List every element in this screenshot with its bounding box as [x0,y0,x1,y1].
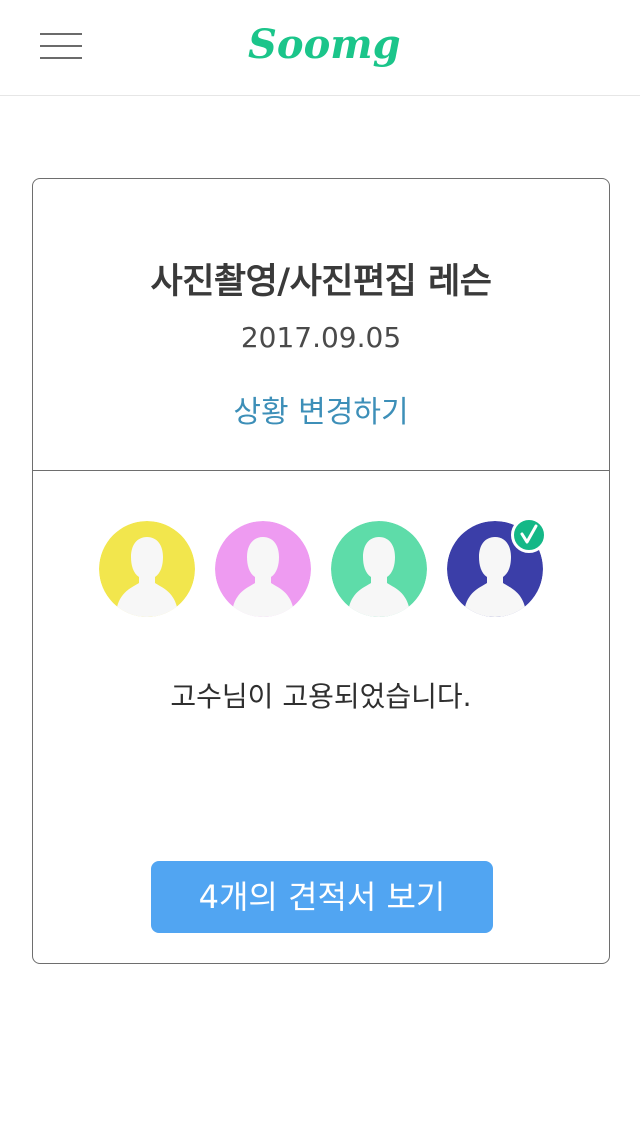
app-header: Soomgo [0,0,640,96]
soomgo-logo[interactable]: Soomgo [244,14,400,80]
avatar[interactable] [331,521,427,617]
request-title: 사진촬영/사진편집 레슨 [150,262,492,302]
avatar[interactable] [99,521,195,617]
avatar[interactable] [215,521,311,617]
hired-status-message: 고수님이 고용되었습니다. [170,680,472,713]
request-card: 사진촬영/사진편집 레슨 2017.09.05 상황 변경하기 고수님이 고용되… [32,178,610,964]
request-summary: 사진촬영/사진편집 레슨 2017.09.05 상황 변경하기 [33,179,609,471]
check-icon [511,517,547,553]
view-estimates-button[interactable]: 4개의 견적서 보기 [151,861,493,933]
change-status-link[interactable]: 상황 변경하기 [33,387,609,431]
svg-text:Soomgo: Soomgo [248,21,400,68]
hamburger-menu-icon[interactable] [40,33,82,61]
request-date: 2017.09.05 [240,321,402,354]
pro-avatars [99,521,545,617]
